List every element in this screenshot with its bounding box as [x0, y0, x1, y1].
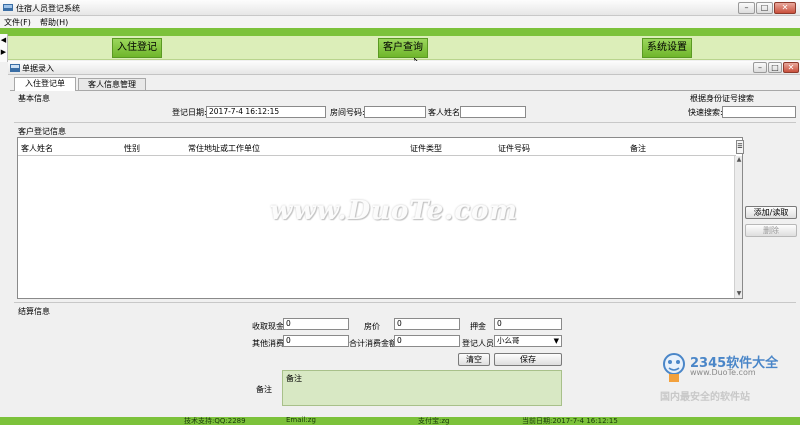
- deposit-label: 押金: [470, 322, 486, 331]
- settings-nav-button[interactable]: 系统设置: [642, 38, 692, 58]
- chevron-down-icon: ▼: [553, 337, 559, 345]
- form-maximize-icon[interactable]: □: [768, 62, 782, 73]
- form-window-title-bar: 单据录入 – □ ✕: [8, 61, 800, 75]
- quick-search-input[interactable]: [722, 106, 796, 118]
- maximize-icon[interactable]: □: [756, 2, 773, 14]
- guest-name-label: 客人姓名:: [428, 108, 463, 117]
- guest-table-scrollbar[interactable]: ▲ ▼: [734, 156, 742, 298]
- cash-label: 收取现金: [252, 322, 284, 331]
- delete-button[interactable]: 删除: [745, 224, 797, 237]
- col-guest-name[interactable]: 客人姓名: [21, 143, 53, 154]
- staff-label: 登记人员: [462, 339, 494, 348]
- column-chooser-icon[interactable]: ☰: [736, 140, 744, 154]
- minimize-icon[interactable]: –: [738, 2, 755, 14]
- menu-file[interactable]: 文件(F): [4, 17, 31, 28]
- notes-textarea[interactable]: 备注: [282, 370, 562, 406]
- status-support: 技术支持:QQ:2289: [184, 417, 246, 425]
- room-price-field[interactable]: 0: [394, 318, 460, 330]
- deposit-field[interactable]: 0: [494, 318, 562, 330]
- add-read-button[interactable]: 添加/读取: [745, 206, 797, 219]
- notes-label: 备注: [256, 385, 272, 394]
- section-divider: [14, 122, 796, 123]
- top-accent-bar: [0, 28, 800, 36]
- quick-search-label: 快速搜索:: [688, 108, 723, 117]
- checkin-date-label: 登记日期:: [172, 108, 207, 117]
- close-icon[interactable]: ✕: [774, 2, 796, 14]
- status-bar: 技术支持:QQ:2289 Email:zg 支付宝:zg 当前日期:2017-7…: [0, 416, 800, 425]
- other-spend-label: 其他消费: [252, 339, 284, 348]
- total-spend-field[interactable]: 0: [394, 335, 460, 347]
- brand-logo-icon: [663, 353, 685, 382]
- settlement-heading: 结算信息: [18, 307, 50, 316]
- id-search-heading: 根据身份证号搜索: [690, 94, 754, 103]
- room-number-field[interactable]: [364, 106, 426, 118]
- scroll-down-icon[interactable]: ▼: [735, 290, 743, 298]
- clear-button[interactable]: 清空: [458, 353, 490, 366]
- col-gender[interactable]: 性别: [124, 143, 140, 154]
- col-id-number[interactable]: 证件号码: [498, 143, 530, 154]
- staff-select-value: 小么哥: [497, 336, 520, 345]
- scroll-up-icon[interactable]: ▲: [735, 156, 743, 164]
- staff-select[interactable]: 小么哥 ▼: [494, 335, 562, 347]
- app-icon: [3, 4, 13, 11]
- guest-table-header: 客人姓名 性别 常住地址或工作单位 证件类型 证件号码 备注: [18, 138, 736, 156]
- form-window-controls: – □ ✕: [753, 62, 799, 73]
- form-minimize-icon[interactable]: –: [753, 62, 767, 73]
- duote-watermark: www.DuoTe.com: [270, 196, 519, 226]
- checkin-nav-button[interactable]: 入住登记: [112, 38, 162, 58]
- section-divider: [14, 302, 796, 303]
- menu-bar: 文件(F) 帮助(H): [0, 16, 800, 28]
- brand-slogan: 国内最安全的软件站: [660, 392, 750, 403]
- cash-field[interactable]: 0: [283, 318, 349, 330]
- col-address[interactable]: 常住地址或工作单位: [188, 143, 260, 154]
- app-title: 住宿人员登记系统: [16, 4, 80, 13]
- room-number-label: 房间号码:: [330, 108, 365, 117]
- menu-help[interactable]: 帮助(H): [40, 17, 68, 28]
- form-close-icon[interactable]: ✕: [783, 62, 799, 73]
- checkin-date-field[interactable]: 2017-7-4 16:12:15: [206, 106, 326, 118]
- guest-name-field[interactable]: [460, 106, 526, 118]
- col-remarks[interactable]: 备注: [630, 143, 646, 154]
- other-spend-field[interactable]: 0: [283, 335, 349, 347]
- tab-checkin-form[interactable]: 入住登记单: [14, 77, 76, 91]
- window-controls: – □ ✕: [738, 2, 796, 14]
- room-price-label: 房价: [364, 322, 380, 331]
- side-toggle-icon[interactable]: ◀ ▶: [0, 34, 8, 62]
- form-icon: [10, 64, 20, 72]
- status-email: Email:zg: [286, 416, 316, 424]
- status-date: 当前日期:2017-7-4 16:12:15: [522, 417, 618, 425]
- app-title-bar: 住宿人员登记系统 – □ ✕: [0, 0, 800, 16]
- col-id-type[interactable]: 证件类型: [410, 143, 442, 154]
- save-button[interactable]: 保存: [494, 353, 562, 366]
- guest-info-heading: 客户登记信息: [18, 127, 66, 136]
- brand-2345-watermark: 2345软件大全 www.DuoTe.com 国内最安全的软件站: [660, 350, 800, 410]
- form-window-title: 单据录入: [22, 64, 54, 73]
- status-pay: 支付宝:zg: [418, 417, 450, 425]
- basic-info-heading: 基本信息: [18, 94, 50, 103]
- total-spend-label: 合计消费金额: [349, 339, 397, 348]
- brand-site: www.DuoTe.com: [690, 368, 756, 377]
- query-nav-button[interactable]: 客户查询: [378, 38, 428, 58]
